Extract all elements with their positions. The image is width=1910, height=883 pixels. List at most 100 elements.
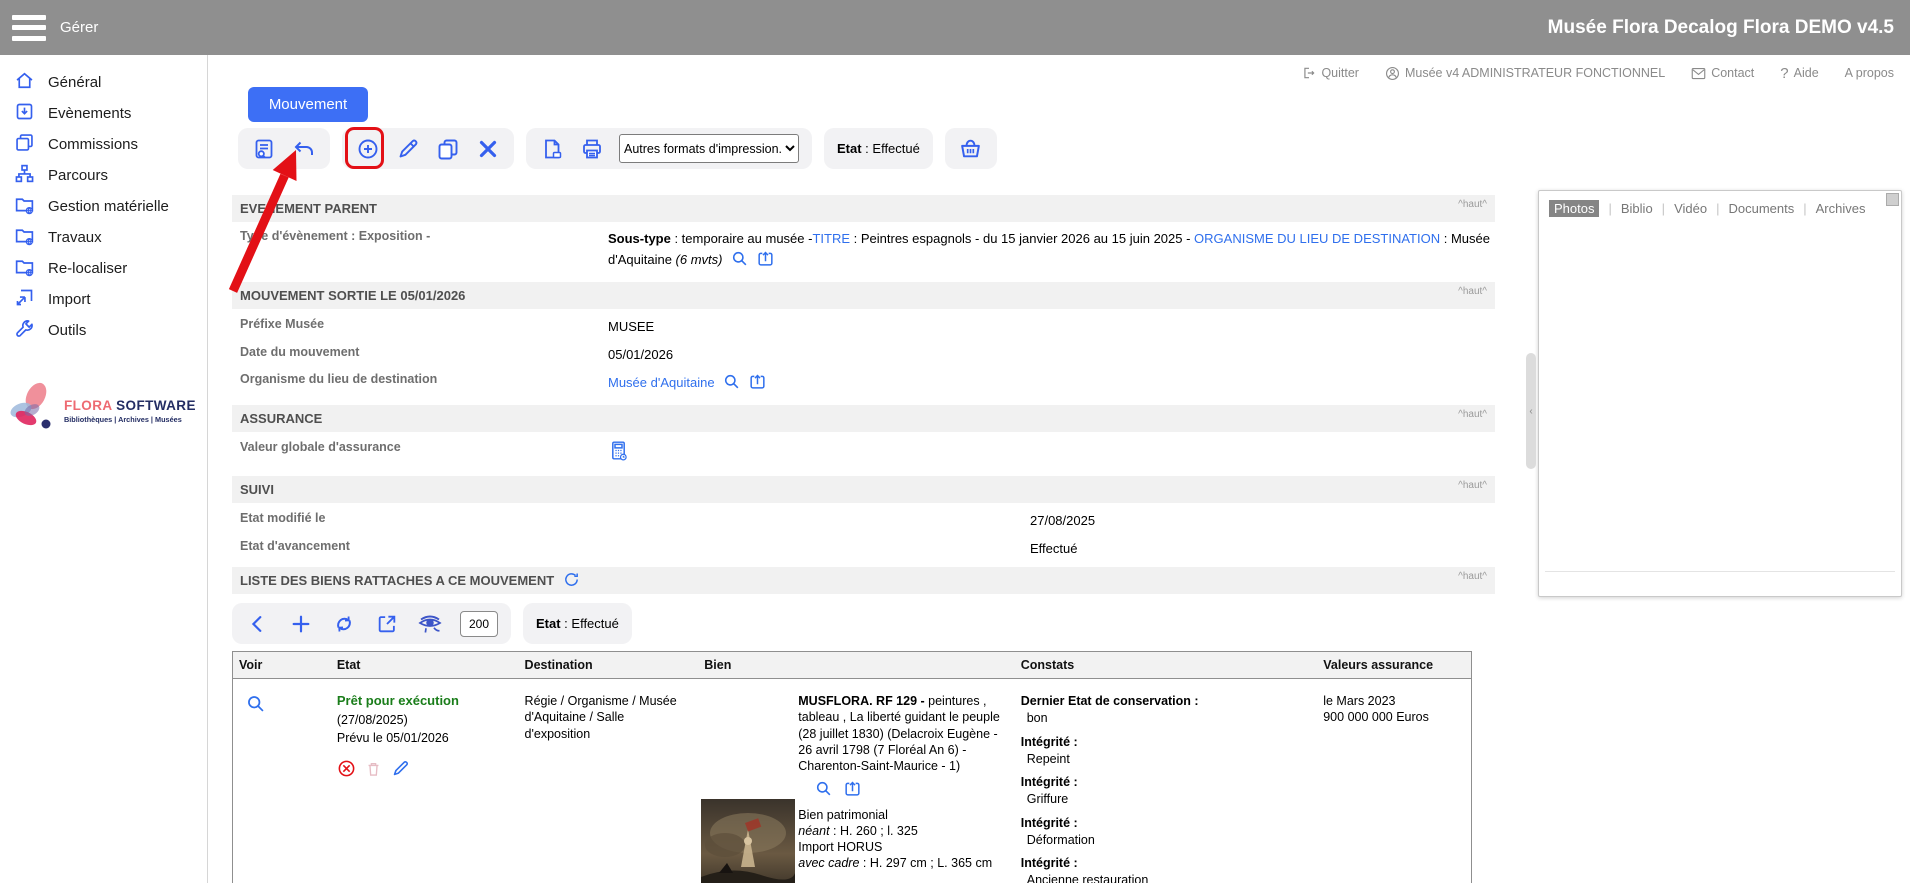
titre-link[interactable]: TITRE [812, 231, 850, 246]
previous-chevron-button[interactable] [245, 611, 271, 637]
result-count-input[interactable] [460, 611, 498, 637]
sidebar-item-outils[interactable]: Outils [0, 315, 207, 346]
calculator-icon[interactable] [608, 440, 629, 467]
user-account[interactable]: Musée v4 ADMINISTRATEUR FONCTIONNEL [1385, 66, 1665, 81]
column-header-destination[interactable]: Destination [519, 652, 699, 678]
open-window-icon[interactable] [756, 249, 775, 274]
search-icon[interactable] [814, 779, 833, 802]
column-header-valeurs[interactable]: Valeurs assurance [1317, 652, 1471, 678]
folder-globe-icon [14, 256, 35, 281]
tab-biblio[interactable]: Biblio [1621, 201, 1653, 216]
tab-photos[interactable]: Photos [1549, 200, 1599, 217]
edit-pencil-button[interactable] [395, 136, 421, 162]
haut-anchor[interactable]: ^haut^ [1458, 571, 1487, 582]
header-links: Quitter Musée v4 ADMINISTRATEUR FONCTION… [1302, 60, 1894, 86]
apropos-link[interactable]: A propos [1845, 66, 1894, 80]
tab-mouvement[interactable]: Mouvement [248, 87, 368, 122]
import-icon [14, 287, 35, 312]
row-bien: MUSFLORA. RF 129 - peintures , tableau ,… [698, 679, 1014, 883]
wrench-icon [14, 318, 35, 343]
add-button[interactable] [355, 136, 381, 162]
sidebar-item-travaux[interactable]: Travaux [0, 222, 207, 253]
bien-dimensions: néant : H. 260 ; l. 325 [798, 823, 1008, 839]
delete-x-button[interactable] [475, 136, 501, 162]
list-toolbar-group [232, 603, 511, 644]
column-header-voir[interactable]: Voir [233, 652, 331, 678]
panel-collapse-handle[interactable]: ‹ [1526, 353, 1536, 469]
record-detail: EVENEMENT PARENT ^haut^ Type d'évènement… [232, 195, 1495, 883]
organisme-destination-link[interactable]: ORGANISME DU LIEU DE DESTINATION [1194, 231, 1440, 246]
refresh-icon[interactable] [563, 571, 580, 591]
basket-button[interactable] [958, 136, 984, 162]
quitter-link[interactable]: Quitter [1302, 66, 1359, 80]
open-window-icon[interactable] [843, 779, 862, 802]
row-constats: Dernier Etat de conservation : bon Intég… [1015, 679, 1318, 883]
cancel-circle-icon[interactable] [337, 759, 356, 782]
column-header-constats[interactable]: Constats [1015, 652, 1318, 678]
pages-icon [14, 132, 35, 157]
main-toolbar: Autres formats d'impression... Etat : Ef… [238, 128, 997, 169]
aide-link[interactable]: ? Aide [1780, 65, 1818, 82]
tab-documents[interactable]: Documents [1728, 201, 1794, 216]
edit-row-pencil-icon[interactable] [391, 759, 410, 782]
sitemap-icon [14, 163, 35, 188]
tab-video[interactable]: Vidéo [1674, 201, 1707, 216]
add-item-button[interactable] [288, 611, 314, 637]
list-search-button[interactable] [251, 136, 277, 162]
search-icon[interactable] [722, 372, 741, 397]
prefixe-musee-label: Préfixe Musée [240, 317, 608, 331]
hamburger-menu-icon[interactable] [12, 15, 46, 41]
sidebar-item-relocaliser[interactable]: Re-localiser [0, 253, 207, 284]
view-record-icon[interactable] [245, 703, 266, 717]
panel-scroll-button[interactable] [1886, 193, 1899, 206]
document-print-button[interactable] [539, 136, 565, 162]
application-window: Gérer Musée Flora Decalog Flora DEMO v4.… [0, 0, 1910, 883]
sidebar-item-parcours[interactable]: Parcours [0, 160, 207, 191]
bien-description: MUSFLORA. RF 129 - peintures , tableau ,… [798, 693, 1008, 774]
undo-button[interactable] [291, 136, 317, 162]
logout-icon [1302, 66, 1316, 80]
row-prevu: Prévu le 05/01/2026 [337, 730, 519, 746]
user-icon [1385, 66, 1400, 81]
eye-of-horus-button[interactable] [417, 611, 443, 637]
section-mouvement-sortie: MOUVEMENT SORTIE LE 05/01/2026 ^haut^ [232, 282, 1495, 309]
haut-anchor[interactable]: ^haut^ [1458, 409, 1487, 420]
search-icon[interactable] [730, 249, 749, 274]
contact-link[interactable]: Contact [1691, 66, 1754, 80]
organisme-lieu-link[interactable]: Musée d'Aquitaine [608, 375, 715, 390]
organisme-lieu-label: Organisme du lieu de destination [240, 372, 608, 386]
haut-anchor[interactable]: ^haut^ [1458, 480, 1487, 491]
copy-button[interactable] [435, 136, 461, 162]
list-etat-badge: Etat : Effectué [523, 603, 632, 644]
column-header-bien[interactable]: Bien [698, 652, 1014, 678]
sidebar-item-gestion-materielle[interactable]: Gestion matérielle [0, 191, 207, 222]
print-format-select[interactable]: Autres formats d'impression... [619, 134, 799, 163]
basket-pill [945, 128, 997, 169]
question-icon: ? [1780, 65, 1788, 82]
sidebar-item-evenements[interactable]: Evènements [0, 98, 207, 129]
haut-anchor[interactable]: ^haut^ [1458, 286, 1487, 297]
haut-anchor[interactable]: ^haut^ [1458, 199, 1487, 210]
open-window-icon[interactable] [748, 372, 767, 397]
column-header-etat[interactable]: Etat [331, 652, 519, 678]
recycle-button[interactable] [331, 611, 357, 637]
sidebar-item-general[interactable]: Général [0, 67, 207, 98]
row-status: Prêt pour exécution [337, 693, 519, 710]
folder-globe-icon [14, 194, 35, 219]
toolbar-group-print: Autres formats d'impression... [526, 128, 812, 169]
media-panel: Photos|Biblio|Vidéo|Documents|Archives [1538, 190, 1902, 597]
date-mouvement-label: Date du mouvement [240, 345, 608, 359]
tab-archives[interactable]: Archives [1816, 201, 1866, 216]
printer-button[interactable] [579, 136, 605, 162]
toolbar-group-edit [342, 128, 514, 169]
inbox-down-icon [14, 101, 35, 126]
export-window-button[interactable] [374, 611, 400, 637]
menu-label[interactable]: Gérer [60, 19, 98, 36]
sidebar-item-import[interactable]: Import [0, 284, 207, 315]
sidebar: Général Evènements Commissions Parcours … [0, 55, 208, 883]
sidebar-item-commissions[interactable]: Commissions [0, 129, 207, 160]
trash-icon-disabled [365, 760, 382, 782]
folder-globe-icon [14, 225, 35, 250]
etat-badge: Etat : Effectué [824, 128, 933, 169]
prefixe-musee-value: MUSEE [608, 317, 654, 337]
